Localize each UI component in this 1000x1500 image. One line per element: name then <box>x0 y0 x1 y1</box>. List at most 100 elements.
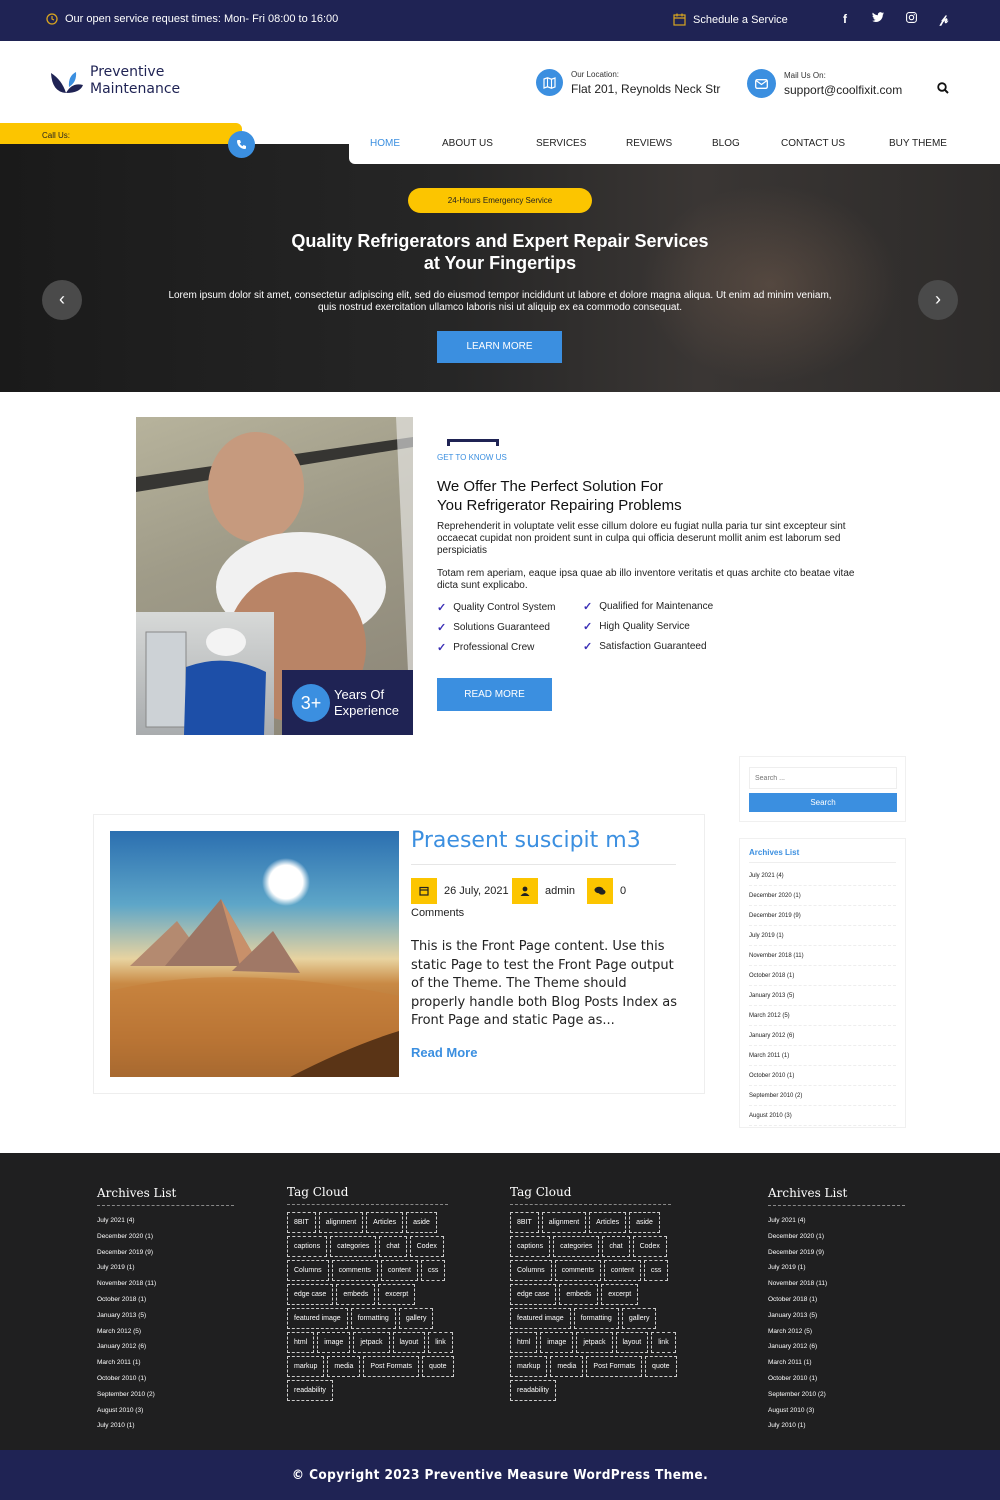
tag-link[interactable]: edge case <box>287 1284 334 1305</box>
archive-link[interactable]: December 2019 (9) <box>97 1245 234 1261</box>
archive-link[interactable]: March 2011 (1) <box>749 1046 896 1066</box>
archive-link[interactable]: March 2012 (5) <box>768 1324 905 1340</box>
tag-link[interactable]: Articles <box>366 1212 404 1233</box>
tag-link[interactable]: gallery <box>398 1308 434 1329</box>
tag-link[interactable]: media <box>327 1356 361 1377</box>
archive-link[interactable]: September 2010 (2) <box>749 1086 896 1106</box>
post-author-text[interactable]: admin <box>545 885 575 897</box>
nav-home[interactable]: HOME <box>370 138 400 149</box>
read-more-button[interactable]: READ MORE <box>437 678 552 711</box>
tag-link[interactable]: Post Formats <box>586 1356 643 1377</box>
tag-link[interactable]: chat <box>379 1236 407 1257</box>
tag-link[interactable]: layout <box>392 1332 426 1353</box>
tag-link[interactable]: excerpt <box>378 1284 416 1305</box>
tag-link[interactable]: Columns <box>510 1260 552 1281</box>
tag-link[interactable]: captions <box>510 1236 551 1257</box>
tag-link[interactable]: markup <box>510 1356 548 1377</box>
tag-link[interactable]: jetpack <box>353 1332 390 1353</box>
instagram-icon[interactable] <box>904 12 918 27</box>
tag-link[interactable]: categories <box>553 1236 600 1257</box>
tag-link[interactable]: featured image <box>287 1308 348 1329</box>
tag-link[interactable]: edge case <box>510 1284 557 1305</box>
archive-link[interactable]: September 2010 (2) <box>97 1387 234 1403</box>
tag-link[interactable]: formatting <box>350 1308 396 1329</box>
tag-link[interactable]: css <box>420 1260 446 1281</box>
tag-link[interactable]: quote <box>422 1356 454 1377</box>
archive-link[interactable]: January 2013 (5) <box>768 1308 905 1324</box>
facebook-icon[interactable]: f <box>838 12 852 27</box>
tag-link[interactable]: excerpt <box>601 1284 639 1305</box>
tag-link[interactable]: comments <box>331 1260 378 1281</box>
tag-link[interactable]: categories <box>330 1236 377 1257</box>
archive-link[interactable]: December 2019 (9) <box>749 906 896 926</box>
nav-reviews[interactable]: REVIEWS <box>626 138 672 149</box>
archive-link[interactable]: March 2011 (1) <box>97 1355 234 1371</box>
learn-more-button[interactable]: LEARN MORE <box>437 331 562 363</box>
tag-link[interactable]: alignment <box>318 1212 364 1233</box>
tag-link[interactable]: link <box>651 1332 676 1353</box>
archive-link[interactable]: August 2010 (3) <box>97 1403 234 1419</box>
tag-link[interactable]: Post Formats <box>363 1356 420 1377</box>
tag-link[interactable]: chat <box>602 1236 630 1257</box>
archive-link[interactable]: August 2010 (3) <box>768 1403 905 1419</box>
archive-link[interactable]: November 2018 (11) <box>97 1276 234 1292</box>
nav-about-us[interactable]: ABOUT US <box>442 138 493 149</box>
search-icon[interactable] <box>937 81 949 99</box>
tag-link[interactable]: alignment <box>541 1212 587 1233</box>
sidebar-search-input[interactable] <box>749 767 897 789</box>
archive-link[interactable]: January 2012 (6) <box>768 1339 905 1355</box>
phone-icon[interactable] <box>228 131 255 158</box>
archive-link[interactable]: July 2010 (1) <box>97 1418 234 1434</box>
nav-contact-us[interactable]: CONTACT US <box>781 138 845 149</box>
tag-link[interactable]: embeds <box>559 1284 599 1305</box>
post-read-more-link[interactable]: Read More <box>411 1045 477 1060</box>
archive-link[interactable]: July 2019 (1) <box>768 1260 905 1276</box>
tag-link[interactable]: html <box>287 1332 315 1353</box>
tag-link[interactable]: Codex <box>409 1236 444 1257</box>
archive-link[interactable]: March 2012 (5) <box>97 1324 234 1340</box>
tag-link[interactable]: media <box>550 1356 584 1377</box>
archive-link[interactable]: July 2021 (4) <box>768 1213 905 1229</box>
tag-link[interactable]: captions <box>287 1236 328 1257</box>
archive-link[interactable]: August 2010 (3) <box>749 1106 896 1126</box>
tag-link[interactable]: aside <box>406 1212 437 1233</box>
tag-link[interactable]: Articles <box>589 1212 627 1233</box>
tag-link[interactable]: content <box>603 1260 641 1281</box>
archive-link[interactable]: January 2012 (6) <box>749 1026 896 1046</box>
archive-link[interactable]: December 2020 (1) <box>768 1229 905 1245</box>
archive-link[interactable]: September 2010 (2) <box>768 1387 905 1403</box>
site-logo[interactable]: Preventive Maintenance <box>50 64 180 98</box>
archive-link[interactable]: October 2018 (1) <box>97 1292 234 1308</box>
archive-link[interactable]: July 2019 (1) <box>749 926 896 946</box>
mail-value[interactable]: support@coolfixit.com <box>784 83 902 97</box>
post-featured-image[interactable] <box>110 831 399 1077</box>
archive-link[interactable]: November 2018 (11) <box>768 1276 905 1292</box>
tag-link[interactable]: Columns <box>287 1260 329 1281</box>
slider-prev-button[interactable]: ‹ <box>42 280 82 320</box>
archive-link[interactable]: July 2021 (4) <box>97 1213 234 1229</box>
nav-services[interactable]: SERVICES <box>536 138 586 149</box>
archive-link[interactable]: October 2010 (1) <box>749 1066 896 1086</box>
tag-link[interactable]: featured image <box>510 1308 571 1329</box>
nav-buy-theme[interactable]: BUY THEME <box>889 138 947 149</box>
twitter-icon[interactable] <box>871 12 885 27</box>
tag-link[interactable]: layout <box>615 1332 649 1353</box>
tag-link[interactable]: embeds <box>336 1284 376 1305</box>
archive-link[interactable]: January 2013 (5) <box>749 986 896 1006</box>
tag-link[interactable]: jetpack <box>576 1332 613 1353</box>
schedule-service-link[interactable]: Schedule a Service <box>673 13 788 26</box>
archive-link[interactable]: October 2010 (1) <box>97 1371 234 1387</box>
tag-link[interactable]: markup <box>287 1356 325 1377</box>
tag-link[interactable]: image <box>317 1332 351 1353</box>
archive-link[interactable]: January 2013 (5) <box>97 1308 234 1324</box>
sidebar-search-button[interactable]: Search <box>749 793 897 812</box>
tag-link[interactable]: quote <box>645 1356 677 1377</box>
archive-link[interactable]: October 2018 (1) <box>768 1292 905 1308</box>
nav-blog[interactable]: BLOG <box>712 138 740 149</box>
post-title[interactable]: Praesent suscipit m3 <box>411 828 641 853</box>
archive-link[interactable]: December 2020 (1) <box>749 886 896 906</box>
tag-link[interactable]: comments <box>554 1260 601 1281</box>
tag-link[interactable]: image <box>540 1332 574 1353</box>
archive-link[interactable]: March 2011 (1) <box>768 1355 905 1371</box>
archive-link[interactable]: October 2010 (1) <box>768 1371 905 1387</box>
